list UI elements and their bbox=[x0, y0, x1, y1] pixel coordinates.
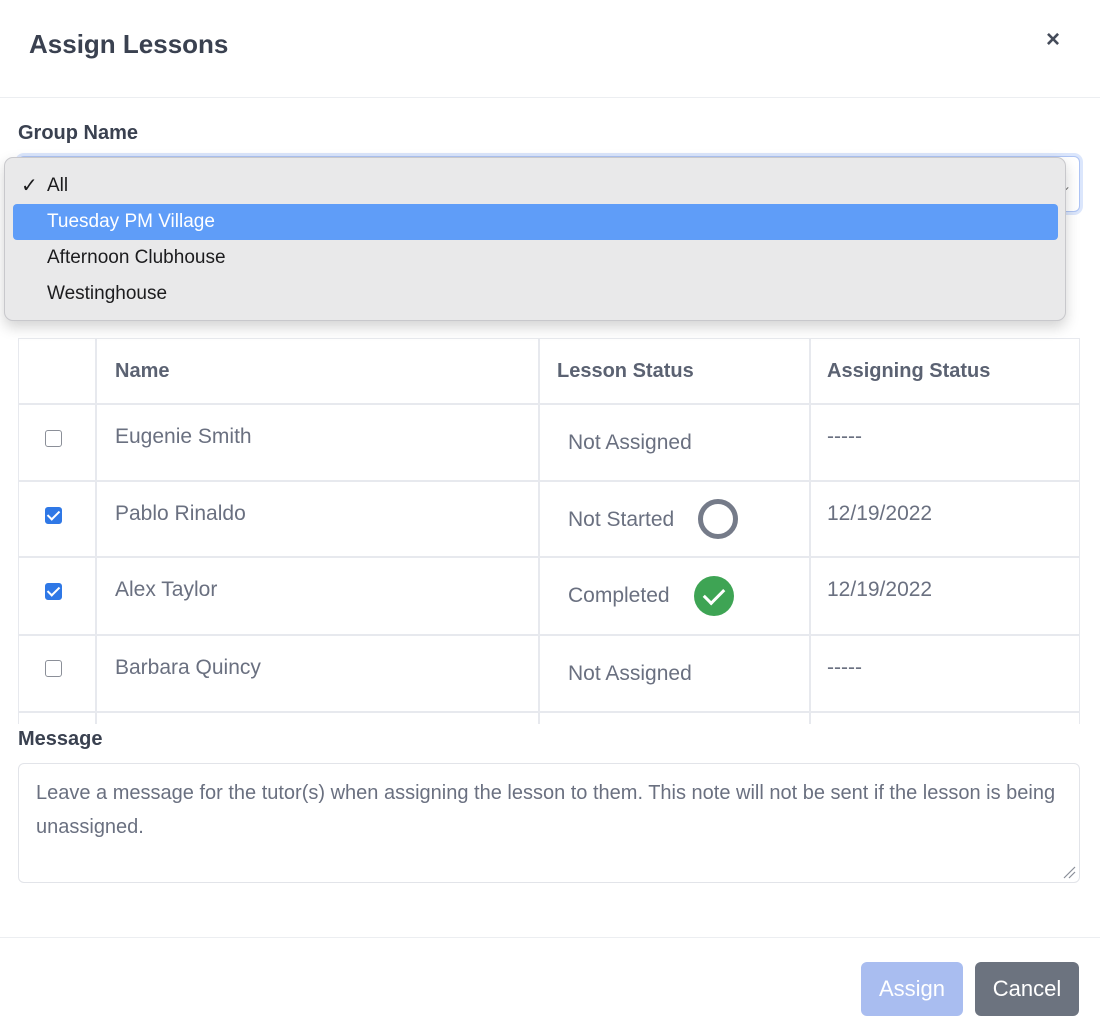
row-lesson-status-cell: Not Assigned bbox=[540, 636, 811, 711]
row-name: Pablo Rinaldo bbox=[115, 502, 246, 525]
message-label: Message bbox=[18, 728, 103, 750]
option-afternoon-clubhouse[interactable]: Afternoon Clubhouse bbox=[13, 240, 1058, 276]
row-checkbox[interactable] bbox=[45, 583, 62, 600]
header-cell-name: Name bbox=[97, 339, 540, 403]
close-icon[interactable]: × bbox=[1046, 26, 1060, 54]
group-dropdown-menu: ✓ All Tuesday PM Village Afternoon Clubh… bbox=[4, 157, 1066, 321]
row-select-cell bbox=[19, 713, 97, 724]
row-assigning-status: 12/19/2022 bbox=[827, 578, 933, 601]
message-textarea[interactable] bbox=[18, 763, 1080, 883]
row-name: Eugenie Smith bbox=[115, 425, 252, 448]
table-row: Barbara Quincy Not Assigned ----- bbox=[19, 636, 1079, 713]
option-tuesday-pm-village[interactable]: Tuesday PM Village bbox=[13, 204, 1058, 240]
row-select-cell bbox=[19, 636, 97, 711]
option-westinghouse[interactable]: Westinghouse bbox=[13, 276, 1058, 312]
table-row: Eugenie Smith Not Assigned ----- bbox=[19, 405, 1079, 482]
row-lesson-status: Completed bbox=[568, 584, 670, 607]
empty-circle-icon bbox=[698, 499, 738, 539]
row-assigning-status-cell: ----- bbox=[811, 405, 1079, 480]
option-label: Tuesday PM Village bbox=[47, 211, 215, 232]
row-assigning-status: ----- bbox=[827, 656, 862, 679]
row-assigning-status-cell: 12/19/2022 bbox=[811, 482, 1079, 556]
row-name: Alex Taylor bbox=[115, 578, 218, 601]
header-cell-assigning-status: Assigning Status bbox=[827, 360, 991, 382]
row-assigning-status: 12/19/2022 bbox=[827, 502, 933, 525]
row-name-cell: Pablo Rinaldo bbox=[97, 482, 540, 556]
table-row: Pablo Rinaldo Not Started 12/19/2022 bbox=[19, 482, 1079, 558]
modal-title: Assign Lessons bbox=[29, 29, 229, 59]
row-checkbox[interactable] bbox=[45, 507, 62, 524]
row-lesson-status-cell bbox=[540, 713, 811, 724]
row-name-cell bbox=[97, 713, 540, 724]
option-label: Westinghouse bbox=[47, 283, 168, 304]
row-assigning-status: ----- bbox=[827, 425, 862, 448]
row-lesson-status: Not Assigned bbox=[568, 662, 692, 685]
row-lesson-status-cell: Not Started bbox=[540, 482, 811, 556]
header-cell-select bbox=[19, 339, 97, 403]
row-name-cell: Eugenie Smith bbox=[97, 405, 540, 480]
row-name-cell: Barbara Quincy bbox=[97, 636, 540, 711]
resize-handle-icon[interactable] bbox=[1062, 865, 1076, 879]
table-row-partial bbox=[19, 713, 1079, 724]
table-header-row: Name Lesson Status Assigning Status bbox=[19, 339, 1079, 405]
tutor-table: Name Lesson Status Assigning Status Euge… bbox=[18, 338, 1080, 724]
row-assigning-status-cell: 12/19/2022 bbox=[811, 558, 1079, 634]
group-name-label: Group Name bbox=[18, 122, 139, 144]
header-cell-lesson-status: Lesson Status bbox=[540, 339, 811, 403]
row-assigning-status-cell: ----- bbox=[811, 636, 1079, 711]
option-label: Afternoon Clubhouse bbox=[47, 247, 226, 268]
row-name: Barbara Quincy bbox=[115, 656, 261, 679]
row-checkbox[interactable] bbox=[45, 430, 62, 447]
row-lesson-status-cell: Completed bbox=[540, 558, 811, 634]
modal-footer: Assign Cancel bbox=[0, 937, 1100, 1032]
row-select-cell bbox=[19, 482, 97, 556]
row-select-cell bbox=[19, 558, 97, 634]
assign-button[interactable]: Assign bbox=[861, 962, 963, 1016]
row-assigning-status-cell bbox=[811, 713, 1079, 724]
row-lesson-status: Not Assigned bbox=[568, 431, 692, 454]
row-select-cell bbox=[19, 405, 97, 480]
table-row: Alex Taylor Completed 12/19/2022 bbox=[19, 558, 1079, 636]
row-lesson-status-cell: Not Assigned bbox=[540, 405, 811, 480]
cancel-button[interactable]: Cancel bbox=[975, 962, 1079, 1016]
check-icon: ✓ bbox=[21, 175, 38, 197]
row-checkbox[interactable] bbox=[45, 660, 62, 677]
option-label: All bbox=[47, 175, 69, 196]
row-name-cell: Alex Taylor bbox=[97, 558, 540, 634]
green-check-circle-icon bbox=[694, 576, 734, 616]
modal-header: Assign Lessons × bbox=[0, 0, 1100, 98]
row-lesson-status: Not Started bbox=[568, 508, 675, 531]
option-all[interactable]: ✓ All bbox=[13, 168, 1058, 204]
